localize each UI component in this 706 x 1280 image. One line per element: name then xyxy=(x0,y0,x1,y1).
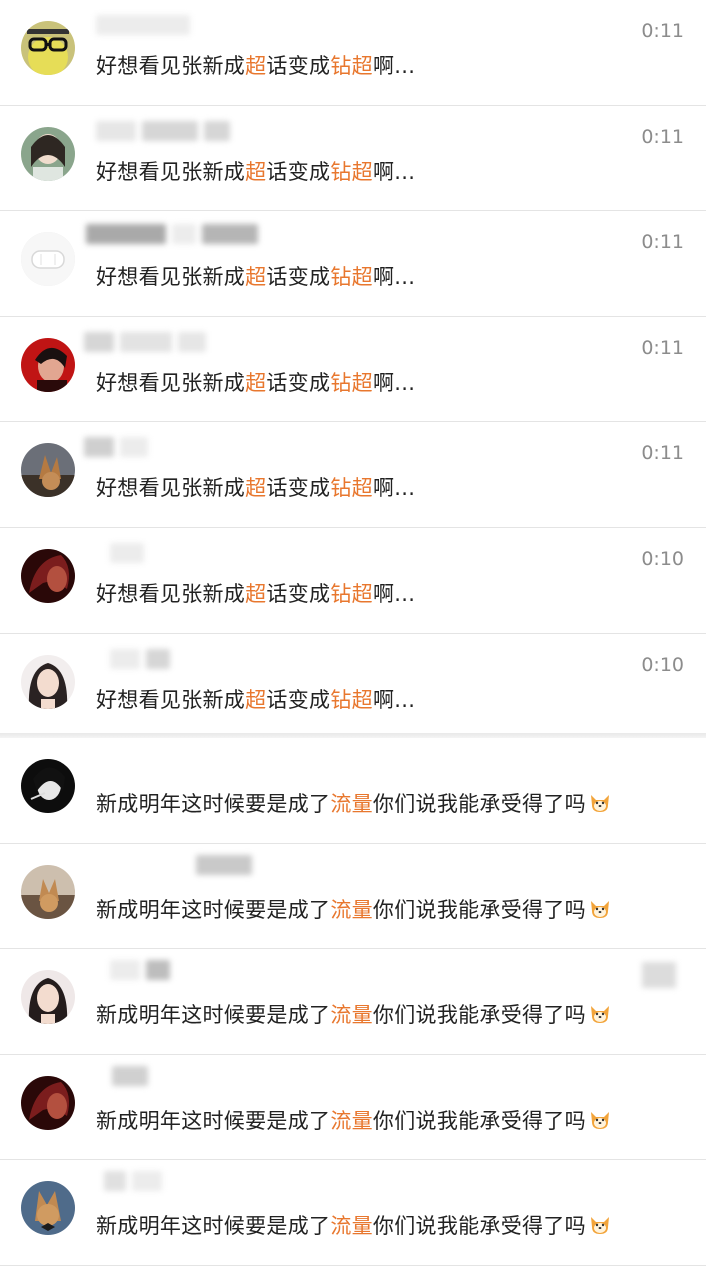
username-blurred xyxy=(104,1170,162,1192)
list-item[interactable]: 好想看见张新成超话变成钻超啊... 0:11 xyxy=(0,316,706,423)
message-preview: 好想看见张新成超话变成钻超啊... xyxy=(96,159,416,184)
list-item[interactable]: 新成明年这时候要是成了流量你们说我能承受得了吗 xyxy=(0,738,706,844)
avatar[interactable] xyxy=(21,126,75,181)
avatar[interactable] xyxy=(21,1075,75,1130)
dog-face-emoji xyxy=(588,1002,612,1026)
avatar[interactable] xyxy=(21,548,75,603)
username-blurred xyxy=(110,542,144,564)
list-item[interactable]: 新成明年这时候要是成了流量你们说我能承受得了吗 xyxy=(0,949,706,1055)
username-blurred xyxy=(96,120,230,142)
avatar[interactable] xyxy=(21,970,75,1025)
message-preview: 好想看见张新成超话变成钻超啊... xyxy=(96,54,416,78)
avatar[interactable] xyxy=(21,759,75,813)
dog-face-emoji xyxy=(588,1213,612,1237)
message-preview: 新成明年这时候要是成了流量你们说我能承受得了吗 xyxy=(96,894,612,924)
username-blurred xyxy=(196,854,252,876)
username-blurred xyxy=(110,648,170,670)
username-blurred xyxy=(112,1065,148,1087)
list-item[interactable]: 新成明年这时候要是成了流量你们说我能承受得了吗 xyxy=(0,843,706,950)
username-blurred xyxy=(96,14,190,36)
avatar[interactable] xyxy=(21,864,75,919)
message-time: 0:11 xyxy=(641,336,684,359)
list-item[interactable]: 好想看见张新成超话变成钻超啊... 0:11 xyxy=(0,422,706,528)
message-time: 0:11 xyxy=(641,442,684,465)
message-time: 0:11 xyxy=(641,20,684,42)
username-blurred xyxy=(84,331,206,353)
message-list-top: 好想看见张新成超话变成钻超啊... 0:11 好想看见张新成超话变成钻超啊...… xyxy=(0,0,706,740)
dog-face-emoji xyxy=(588,791,612,815)
message-preview: 新成明年这时候要是成了流量你们说我能承受得了吗 xyxy=(96,1105,612,1135)
dog-face-emoji xyxy=(588,897,612,921)
avatar[interactable] xyxy=(21,1181,75,1236)
message-time: 0:11 xyxy=(641,125,684,148)
message-time: 0:10 xyxy=(641,547,684,570)
message-time: 0:11 xyxy=(641,231,684,254)
dog-face-emoji xyxy=(588,1108,612,1132)
list-item[interactable]: 新成明年这时候要是成了流量你们说我能承受得了吗 xyxy=(0,1160,706,1266)
avatar[interactable] xyxy=(21,232,75,287)
list-item[interactable]: 好想看见张新成超话变成钻超啊... 0:11 xyxy=(0,105,706,212)
list-item[interactable]: 好想看见张新成超话变成钻超啊... 0:10 xyxy=(0,527,706,634)
message-preview: 好想看见张新成超话变成钻超啊... xyxy=(96,581,416,606)
avatar[interactable] xyxy=(21,337,75,392)
username-blurred xyxy=(86,223,258,245)
avatar[interactable] xyxy=(21,654,75,709)
blurred-patch xyxy=(642,962,676,988)
message-preview: 新成明年这时候要是成了流量你们说我能承受得了吗 xyxy=(96,1210,612,1240)
list-item[interactable]: 好想看见张新成超话变成钻超啊... 0:11 xyxy=(0,211,706,317)
message-preview: 新成明年这时候要是成了流量你们说我能承受得了吗 xyxy=(96,999,612,1029)
avatar[interactable] xyxy=(21,21,75,75)
message-preview: 好想看见张新成超话变成钻超啊... xyxy=(96,476,416,501)
list-item[interactable]: 好想看见张新成超话变成钻超啊... 0:10 xyxy=(0,633,706,740)
chat-list-screen: 好想看见张新成超话变成钻超啊... 0:11 好想看见张新成超话变成钻超啊...… xyxy=(0,0,706,1280)
message-list-bottom: 新成明年这时候要是成了流量你们说我能承受得了吗 新成明年这时候要是成了流量你们说… xyxy=(0,738,706,1266)
message-preview: 新成明年这时候要是成了流量你们说我能承受得了吗 xyxy=(96,788,612,818)
message-preview: 好想看见张新成超话变成钻超啊... xyxy=(96,370,416,395)
list-item[interactable]: 好想看见张新成超话变成钻超啊... 0:11 xyxy=(0,0,706,106)
username-blurred xyxy=(110,959,170,981)
message-preview: 好想看见张新成超话变成钻超啊... xyxy=(96,265,416,290)
list-item[interactable]: 新成明年这时候要是成了流量你们说我能承受得了吗 xyxy=(0,1054,706,1161)
username-blurred xyxy=(84,436,148,458)
avatar[interactable] xyxy=(21,443,75,498)
message-time: 0:10 xyxy=(641,653,684,676)
message-preview: 好想看见张新成超话变成钻超啊... xyxy=(96,687,416,712)
